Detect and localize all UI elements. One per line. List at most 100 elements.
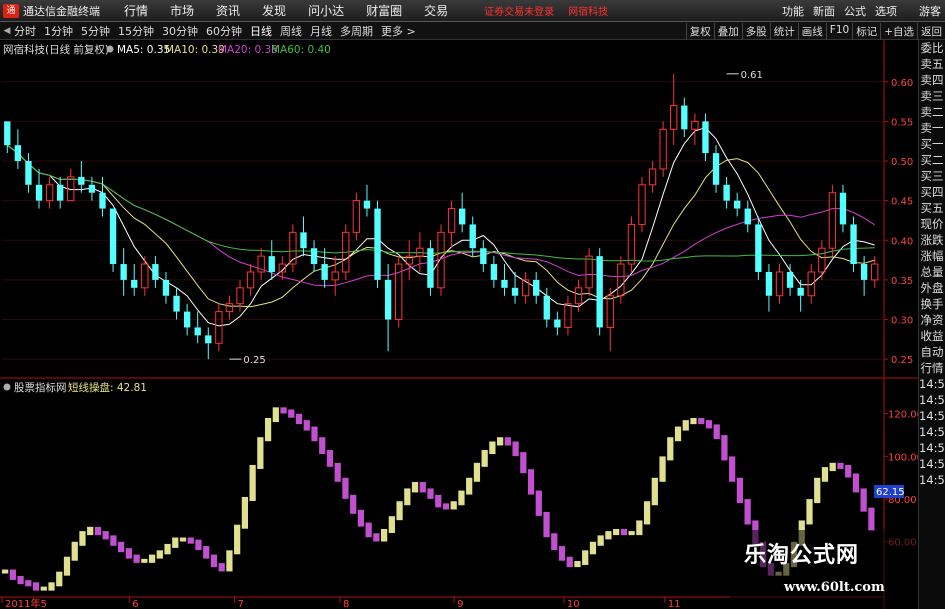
tab-5min[interactable]: 5分钟	[81, 23, 110, 39]
layout-button[interactable]: 新面	[813, 3, 835, 19]
candle-body	[78, 176, 85, 185]
candle-body	[712, 153, 720, 185]
options-button[interactable]: 选项	[875, 3, 897, 19]
side-label[interactable]: 卖五	[919, 56, 945, 72]
indicator-bar	[172, 537, 179, 548]
menu-quotes[interactable]: 行情	[124, 2, 148, 19]
side-label[interactable]: 买二	[919, 152, 945, 168]
tab-1min[interactable]: 1分钟	[44, 23, 73, 39]
back-button[interactable]: 返回	[917, 23, 945, 40]
candle-body	[384, 279, 392, 320]
kline-chart[interactable]: 0.60 0.55 0.50 0.45 0.40 0.35 0.30 0.25 120.00 1…	[0, 40, 918, 609]
tab-more[interactable]: 更多 >	[381, 23, 416, 39]
candle-body	[352, 200, 361, 233]
mark-button[interactable]: 标记	[852, 23, 880, 40]
candle	[236, 279, 244, 312]
indicator-bar	[566, 556, 573, 568]
stock-name-label: 网宿科技(日线 前复权)	[3, 43, 109, 56]
side-label[interactable]: 买三	[919, 168, 945, 184]
adjust-button[interactable]: 复权	[685, 23, 714, 40]
date-tick-label: 11	[668, 599, 681, 609]
side-label[interactable]: 换手	[919, 296, 945, 312]
side-label[interactable]: 净资	[919, 312, 945, 328]
side-label[interactable]: 买一	[919, 136, 945, 152]
tab-weekly[interactable]: 周线	[280, 23, 302, 39]
multi-stock-button[interactable]: 多股	[741, 23, 770, 40]
candle	[183, 303, 191, 336]
tab-60min[interactable]: 60分钟	[206, 23, 242, 39]
collapse-arrow-icon[interactable]: ◀	[0, 26, 14, 36]
candle	[352, 192, 361, 241]
menu-market[interactable]: 市场	[170, 2, 194, 19]
side-label[interactable]: 买五	[919, 200, 945, 216]
candle	[458, 192, 466, 233]
side-label[interactable]: 卖一	[919, 120, 945, 136]
date-tick-label: 7	[238, 599, 244, 609]
add-watchlist-button[interactable]: +自选	[880, 23, 917, 40]
candle-body	[533, 279, 540, 296]
tab-15min[interactable]: 15分钟	[118, 23, 154, 39]
candle-body	[215, 311, 223, 344]
formula-button[interactable]: 公式	[844, 3, 866, 19]
top-tools: 功能 新面 公式 选项 游客	[773, 3, 941, 19]
stats-button[interactable]: 统计	[769, 23, 798, 40]
guest-button[interactable]: 游客	[919, 3, 941, 19]
indicator-settings-icon[interactable]	[3, 383, 11, 391]
trade-status-warning: 证券交易未登录	[484, 7, 555, 18]
indicator-bar	[690, 418, 697, 425]
menu-discover[interactable]: 发现	[262, 2, 286, 19]
candle	[480, 240, 487, 272]
side-label: 14:50	[919, 441, 945, 455]
indicator-bar	[473, 462, 481, 482]
side-label[interactable]: 外盘	[919, 280, 945, 296]
indicator-current-tag: 62.15	[874, 485, 905, 498]
indicator-bar	[821, 467, 829, 482]
menu-ask[interactable]: 问小达	[308, 2, 344, 19]
candle-body	[723, 184, 730, 201]
side-label[interactable]: 买四	[919, 184, 945, 200]
tab-multi-period[interactable]: 多周期	[340, 23, 373, 39]
indicator-bar	[118, 541, 125, 553]
side-label[interactable]: 总量	[919, 264, 945, 280]
tab-monthly[interactable]: 月线	[310, 23, 332, 39]
tab-intraday[interactable]: 分时	[14, 23, 36, 39]
indicator-bar	[311, 426, 318, 442]
tab-30min[interactable]: 30分钟	[162, 23, 198, 39]
candle-body	[775, 271, 784, 297]
side-label[interactable]: 收益	[919, 328, 945, 344]
overlay-button[interactable]: 叠加	[713, 23, 742, 40]
side-label[interactable]: 涨跌	[919, 232, 945, 248]
side-label[interactable]: 卖二	[919, 104, 945, 120]
indicator-bar	[210, 554, 218, 568]
candle-body	[606, 295, 614, 328]
menu-news[interactable]: 资讯	[216, 2, 240, 19]
side-label[interactable]: 卖三	[919, 88, 945, 104]
menu-wealth[interactable]: 财富圈	[366, 2, 402, 19]
draw-button[interactable]: 画线	[797, 23, 826, 40]
indicator-bar	[179, 537, 187, 542]
indicator-bar	[48, 582, 55, 591]
annotation-label: 0.25	[243, 355, 265, 366]
indicator-bar	[682, 420, 689, 431]
ma60-line	[7, 144, 875, 262]
indicator-bar	[605, 531, 612, 540]
f10-button[interactable]: F10	[825, 23, 852, 40]
side-label[interactable]: 委比	[919, 40, 945, 56]
side-label[interactable]: 卖四	[919, 72, 945, 88]
side-label[interactable]: 行情	[919, 360, 945, 376]
candle	[88, 176, 96, 201]
side-label[interactable]: 涨幅	[919, 248, 945, 264]
side-label[interactable]: 自动	[919, 344, 945, 360]
function-button[interactable]: 功能	[782, 3, 804, 19]
menu-trade[interactable]: 交易	[424, 2, 448, 19]
candle-body	[141, 263, 149, 289]
indicator-bar	[350, 494, 357, 514]
tab-daily[interactable]: 日线	[250, 23, 272, 39]
title-bar: 通 通达信金融终端 行情 市场 资讯 发现 问小达 财富圈 交易 证券交易未登录…	[0, 0, 945, 22]
indicator-bar	[442, 503, 450, 510]
side-label[interactable]: 现价	[919, 216, 945, 232]
settings-dot-icon[interactable]	[106, 45, 114, 53]
indicator-value-label: 短线操盘: 42.81	[68, 381, 147, 394]
date-tick-label: 8	[343, 599, 349, 609]
watermark-title: 乐淘公式网	[744, 543, 860, 568]
